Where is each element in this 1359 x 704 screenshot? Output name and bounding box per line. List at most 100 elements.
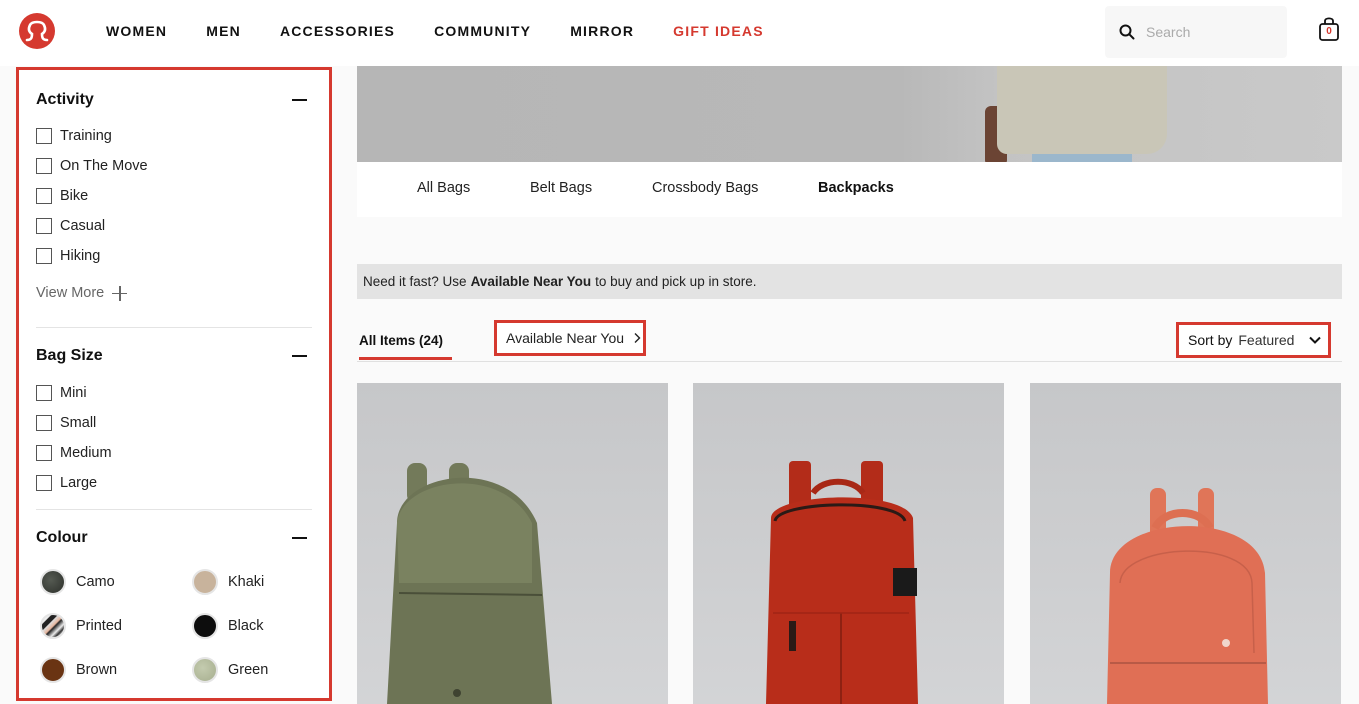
filter-option-hiking[interactable]: Hiking <box>36 241 312 271</box>
filter-sidebar: Activity Training On The Move Bike Casua… <box>16 67 332 701</box>
available-near-you-button[interactable]: Available Near You <box>494 320 646 356</box>
main-nav: WOMEN MEN ACCESSORIES COMMUNITY MIRROR G… <box>106 23 803 39</box>
logo-icon <box>25 20 49 42</box>
site-header: WOMEN MEN ACCESSORIES COMMUNITY MIRROR G… <box>0 0 1359 66</box>
filter-activity-header[interactable]: Activity <box>36 87 312 113</box>
nav-gift-ideas[interactable]: GIFT IDEAS <box>673 23 764 39</box>
lululemon-logo[interactable] <box>19 13 55 49</box>
product-card-coral-backpack[interactable] <box>1030 383 1341 704</box>
filter-colour: Colour Camo Khaki Printed Black Brown Gr… <box>19 525 329 683</box>
colour-swatch <box>40 613 66 639</box>
nav-community[interactable]: COMMUNITY <box>434 23 531 39</box>
colour-swatch <box>192 613 218 639</box>
plus-icon <box>112 285 128 301</box>
tab-crossbody-bags[interactable]: Crossbody Bags <box>652 180 758 196</box>
filter-option-label: Large <box>60 475 98 491</box>
chevron-right-icon <box>634 333 641 343</box>
checkbox[interactable] <box>36 158 52 174</box>
filter-activity: Activity Training On The Move Bike Casua… <box>19 87 329 303</box>
divider <box>36 509 312 510</box>
filter-option-bike[interactable]: Bike <box>36 181 312 211</box>
nav-mirror[interactable]: MIRROR <box>570 23 634 39</box>
filter-option-label: Bike <box>60 188 89 204</box>
collapse-icon[interactable] <box>292 355 307 357</box>
subcategory-tabs: All Bags Belt Bags Crossbody Bags Backpa… <box>357 162 1342 217</box>
nav-accessories[interactable]: ACCESSORIES <box>280 23 395 39</box>
sort-value: Featured <box>1238 332 1295 348</box>
checkbox[interactable] <box>36 385 52 401</box>
tab-belt-bags[interactable]: Belt Bags <box>530 180 592 196</box>
filter-bag-size-header[interactable]: Bag Size <box>36 343 312 369</box>
filter-option-medium[interactable]: Medium <box>36 438 312 468</box>
items-toolbar: All Items (24) Available Near You Sort b… <box>357 320 1342 362</box>
nav-women[interactable]: WOMEN <box>106 23 167 39</box>
product-card-red-backpack[interactable] <box>693 383 1004 704</box>
filter-option-training[interactable]: Training <box>36 121 312 151</box>
checkbox[interactable] <box>36 445 52 461</box>
checkbox[interactable] <box>36 188 52 204</box>
tab-all-items[interactable]: All Items (24) <box>359 333 443 348</box>
colour-option-printed[interactable]: Printed <box>40 613 192 639</box>
colour-swatch <box>192 657 218 683</box>
checkbox[interactable] <box>36 415 52 431</box>
cart-button[interactable]: 0 <box>1318 16 1340 42</box>
search-icon <box>1119 24 1135 40</box>
view-more-label: View More <box>36 285 105 301</box>
filter-option-on-the-move[interactable]: On The Move <box>36 151 312 181</box>
sort-label: Sort by <box>1188 332 1233 348</box>
colour-option-camo[interactable]: Camo <box>40 569 192 595</box>
checkbox[interactable] <box>36 248 52 264</box>
checkbox[interactable] <box>36 218 52 234</box>
colour-swatch <box>40 657 66 683</box>
checkbox[interactable] <box>36 128 52 144</box>
notice-bold: Available Near You <box>470 274 592 289</box>
notice-suffix: to buy and pick up in store. <box>595 274 757 289</box>
collapse-icon[interactable] <box>292 99 307 101</box>
filter-colour-header[interactable]: Colour <box>36 525 312 551</box>
filter-option-label: On The Move <box>60 158 148 174</box>
all-items-underline <box>359 357 452 360</box>
hero-banner-image <box>357 66 1342 162</box>
tab-all-bags[interactable]: All Bags <box>417 180 470 196</box>
filter-option-label: Casual <box>60 218 106 234</box>
filter-option-label: Small <box>60 415 97 431</box>
checkbox[interactable] <box>36 475 52 491</box>
filter-title: Bag Size <box>36 347 103 364</box>
filter-option-label: Medium <box>60 445 112 461</box>
search-box[interactable] <box>1105 6 1287 58</box>
available-near-you-label: Available Near You <box>506 330 625 346</box>
colour-label: Printed <box>76 618 122 634</box>
red-backpack-image <box>766 461 918 704</box>
filter-option-small[interactable]: Small <box>36 408 312 438</box>
colour-label: Khaki <box>228 574 265 590</box>
colour-label: Black <box>228 618 264 634</box>
product-grid <box>357 383 1342 704</box>
colour-option-brown[interactable]: Brown <box>40 657 192 683</box>
model-coat <box>997 66 1167 154</box>
colour-option-green[interactable]: Green <box>192 657 312 683</box>
colour-option-khaki[interactable]: Khaki <box>192 569 312 595</box>
filter-title: Activity <box>36 91 94 108</box>
cart-count: 0 <box>1326 26 1332 37</box>
chevron-down-icon <box>1309 336 1321 344</box>
coral-backpack-image <box>1107 488 1268 704</box>
filter-option-label: Hiking <box>60 248 101 264</box>
sort-dropdown[interactable]: Sort by Featured <box>1176 322 1331 358</box>
colour-option-black[interactable]: Black <box>192 613 312 639</box>
divider <box>36 327 312 328</box>
colour-label: Brown <box>76 662 118 678</box>
colour-label: Camo <box>76 574 115 590</box>
search-input[interactable] <box>1146 24 1276 40</box>
filter-option-casual[interactable]: Casual <box>36 211 312 241</box>
filter-option-label: Training <box>60 128 112 144</box>
nav-men[interactable]: MEN <box>206 23 241 39</box>
filter-option-large[interactable]: Large <box>36 468 312 498</box>
tab-backpacks[interactable]: Backpacks <box>818 180 894 196</box>
collapse-icon[interactable] <box>292 537 307 539</box>
view-more-button[interactable]: View More <box>36 283 312 303</box>
notice-prefix: Need it fast? Use <box>363 274 467 289</box>
filter-option-mini[interactable]: Mini <box>36 378 312 408</box>
product-card-green-backpack[interactable] <box>357 383 668 704</box>
filter-bag-size: Bag Size Mini Small Medium Large <box>19 343 329 498</box>
filter-title: Colour <box>36 529 88 546</box>
